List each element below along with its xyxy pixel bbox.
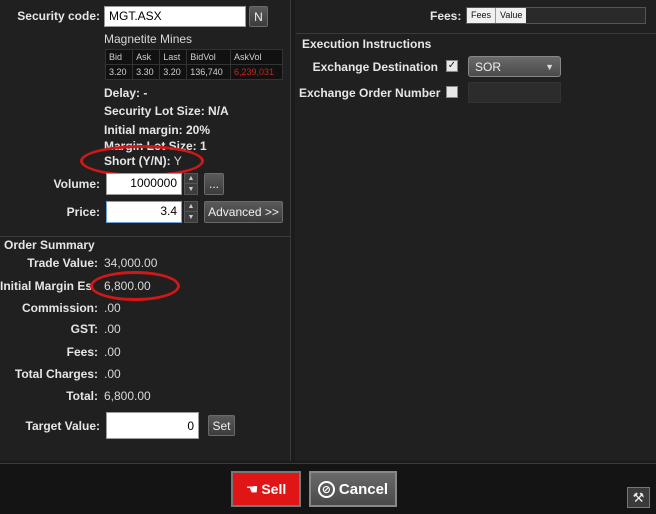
column-header: Ask <box>132 49 161 65</box>
column-header: Bid <box>104 49 134 65</box>
target-value-label: Target Value: <box>25 419 100 433</box>
commission-value: .00 <box>104 301 121 315</box>
fees-tab[interactable]: Fees <box>467 8 497 23</box>
sell-button-label: Sell <box>261 481 287 497</box>
exchange-order-number-label: Exchange Order Number <box>299 86 441 100</box>
exchange-destination-select[interactable]: SOR ▼ <box>468 56 561 77</box>
fees-label: Fees: <box>66 345 98 359</box>
lot-size-text: Security Lot Size: N/A <box>104 104 229 118</box>
exchange-order-number-input[interactable] <box>468 82 561 103</box>
sell-button[interactable]: ☚ Sell <box>231 471 301 507</box>
security-code-input[interactable]: MGT.ASX <box>104 6 246 27</box>
chevron-down-icon: ▼ <box>545 61 554 72</box>
askvol-cell: 6,239,031 <box>229 64 284 80</box>
chevron-down-icon[interactable]: ▼ <box>185 184 197 194</box>
column-header: BidVol <box>186 49 231 65</box>
check-icon: ✓ <box>447 60 457 71</box>
advanced-button[interactable]: Advanced >> <box>204 201 283 223</box>
column-header: Last <box>159 49 188 65</box>
total-value: 6,800.00 <box>104 389 151 403</box>
cancel-button[interactable]: ⊘ Cancel <box>309 471 397 507</box>
gst-label: GST: <box>70 322 98 336</box>
exchange-order-number-checkbox[interactable] <box>446 86 458 98</box>
chevron-up-icon[interactable]: ▲ <box>185 174 197 184</box>
last-cell: 3.20 <box>159 64 188 80</box>
exchange-destination-checkbox[interactable]: ✓ <box>446 60 458 72</box>
initial-margin-text: Initial margin: 20% <box>104 123 211 137</box>
volume-options-button[interactable]: ... <box>204 173 224 195</box>
order-summary-title: Order Summary <box>4 238 95 252</box>
price-input[interactable]: 3.4 <box>106 201 182 223</box>
exchange-destination-label: Exchange Destination <box>312 60 438 74</box>
initial-margin-estimate-label: Initial Margin Es <box>0 279 93 293</box>
trade-value: 34,000.00 <box>104 256 158 270</box>
security-name: Magnetite Mines <box>104 32 193 46</box>
execution-instructions-title: Execution Instructions <box>302 37 432 51</box>
volume-label: Volume: <box>53 177 100 191</box>
set-target-button[interactable]: Set <box>208 415 235 436</box>
bid-cell: 3.20 <box>104 64 134 80</box>
volume-input[interactable]: 1000000 <box>106 173 182 195</box>
bidvol-cell: 136,740 <box>186 64 231 80</box>
ask-cell: 3.30 <box>132 64 161 80</box>
exchange-destination-value: SOR <box>475 59 502 74</box>
target-value-input[interactable]: 0 <box>106 412 199 439</box>
gst-value: .00 <box>104 322 121 336</box>
commission-label: Commission: <box>21 301 98 315</box>
fees-toggle-group: Fees Value <box>466 7 646 24</box>
chevron-up-icon[interactable]: ▲ <box>185 202 197 212</box>
security-lookup-button[interactable]: N <box>249 6 268 27</box>
value-tab[interactable]: Value <box>496 8 527 23</box>
fees-toggle-label: Fees: <box>430 9 462 23</box>
fees-value: .00 <box>104 345 121 359</box>
trade-value-label: Trade Value: <box>27 256 98 270</box>
annotation-ellipse-margin <box>90 271 180 301</box>
total-charges-value: .00 <box>104 367 121 381</box>
chevron-down-icon[interactable]: ▼ <box>185 212 197 222</box>
volume-stepper[interactable]: ▲ ▼ <box>184 173 198 195</box>
cancel-button-label: Cancel <box>338 480 389 498</box>
pointing-hand-icon: ☚ <box>245 480 259 497</box>
total-label: Total: <box>66 389 98 403</box>
table-row: 3.20 3.30 3.20 136,740 6,239,031 <box>104 64 284 80</box>
price-stepper[interactable]: ▲ ▼ <box>184 201 198 223</box>
delay-text: Delay: - <box>104 86 148 100</box>
price-label: Price: <box>66 205 100 219</box>
security-code-label: Security code: <box>17 9 100 23</box>
divider <box>0 236 291 237</box>
cancel-icon: ⊘ <box>317 480 335 498</box>
total-charges-label: Total Charges: <box>14 367 98 381</box>
tools-icon[interactable]: ⚒ <box>627 487 650 508</box>
market-quote-table: Bid Ask Last BidVol AskVol 3.20 3.30 3.2… <box>104 49 284 80</box>
column-header: AskVol <box>229 49 284 65</box>
divider <box>296 33 656 34</box>
table-header-row: Bid Ask Last BidVol AskVol <box>104 49 284 65</box>
